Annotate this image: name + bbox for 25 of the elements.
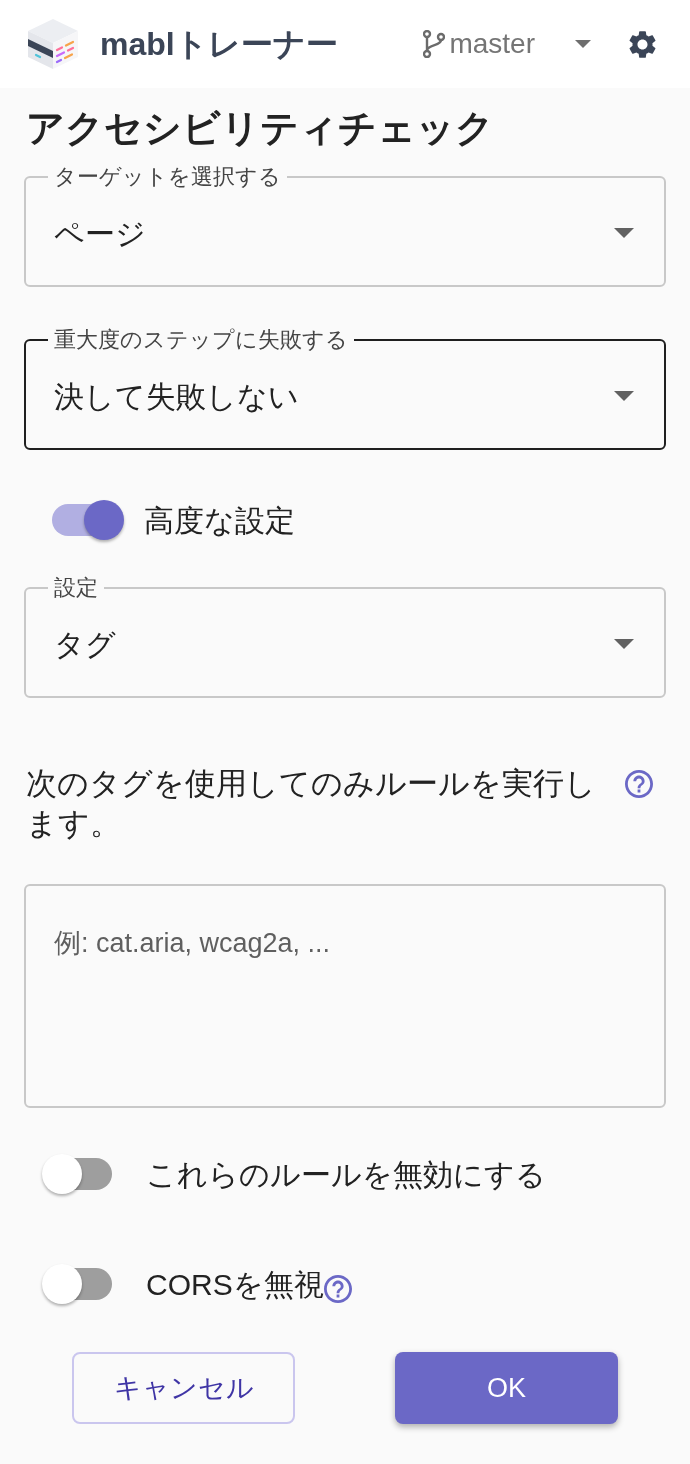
toggle-label: 高度な設定 (144, 502, 295, 539)
select-label: ターゲットを選択する (53, 165, 282, 190)
dropdown-caret-icon[interactable] (575, 40, 591, 48)
dropdown-select[interactable]: ターゲットを選択する ページ (24, 165, 666, 288)
tags-textarea[interactable]: 例: cat.aria, wcag2a, ... (24, 884, 666, 1109)
select-label: 設定 (53, 576, 99, 601)
instruction-text: 次のタグを使用してのみルールを実行します。 (26, 765, 597, 844)
ok-button[interactable]: OK (395, 1352, 618, 1425)
branch-icon (423, 30, 446, 58)
dropdown-select[interactable]: 設定 タグ (24, 576, 666, 699)
dropdown-select[interactable]: 重大度のステップに失敗する 決して失敗しない (24, 328, 666, 451)
cancel-button[interactable]: キャンセル (72, 1352, 295, 1425)
page-title: アクセシビリティチェック (26, 106, 495, 151)
app-title: mablトレーナー (100, 25, 338, 62)
toggle-label: これらのルールを無効にする (146, 1156, 546, 1193)
dropdown-caret-icon (614, 639, 634, 650)
cube-logo-icon (26, 17, 80, 71)
toggle-label: CORSを無視 (146, 1266, 324, 1303)
help-icon[interactable] (625, 770, 653, 799)
settings-icon[interactable] (629, 30, 656, 58)
dropdown-caret-icon (614, 228, 634, 239)
dropdown-caret-icon (614, 391, 634, 402)
select-label: 重大度のステップに失敗する (53, 328, 349, 353)
branch-selector[interactable]: master (423, 27, 535, 61)
help-icon[interactable] (323, 1275, 352, 1304)
